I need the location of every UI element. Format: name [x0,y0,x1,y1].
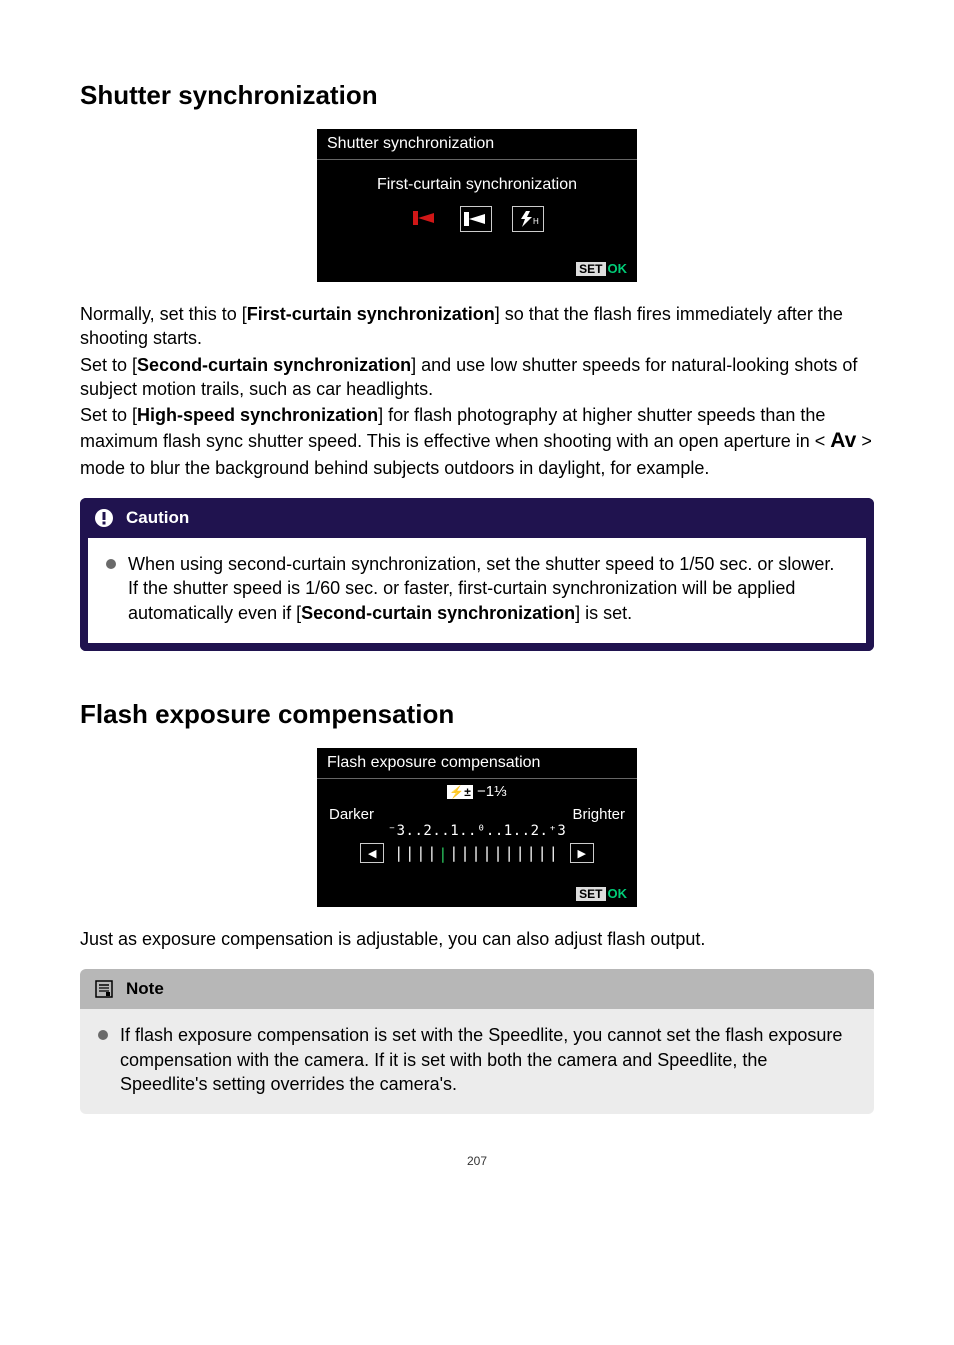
av-mode-icon: Av [830,429,856,452]
heading-shutter-sync: Shutter synchronization [80,80,874,111]
body-text: Normally, set this to [First-curtain syn… [80,302,874,351]
ok-label: OK [606,886,628,901]
caution-header: Caution [80,498,874,538]
caution-body: When using second-curtain synchronizatio… [80,538,874,651]
high-speed-sync-icon[interactable]: H [512,206,544,232]
body-text: Just as exposure compensation is adjusta… [80,927,874,951]
cs-tick-row: ◀ ||||||||||||||| ▶ [317,843,637,883]
cs-title: Flash exposure compensation [317,748,637,778]
caution-icon [94,508,114,528]
ok-label: OK [606,261,628,276]
cs-subtitle: First-curtain synchronization [317,160,637,202]
cs-ok-row: SETOK [317,883,637,907]
cs-title: Shutter synchronization [317,129,637,159]
bullet-dot [98,1030,108,1040]
cs-ok-row: SETOK [317,258,637,282]
cs-darker-brighter-row: Darker Brighter [317,804,637,823]
left-arrow-button[interactable]: ◀ [360,843,384,863]
right-arrow-button[interactable]: ▶ [570,843,594,863]
note-text: If flash exposure compensation is set wi… [120,1023,856,1096]
bullet-dot [106,559,116,569]
note-header: Note [80,969,874,1009]
cs-value: ⚡± −1⅓ [317,779,637,804]
caution-label: Caution [126,508,189,528]
caution-callout: Caution When using second-curtain synchr… [80,498,874,651]
cs-icon-row: H [317,202,637,258]
page: Shutter synchronization Shutter synchron… [0,0,954,1208]
tick-bar: ||||||||||||||| [394,844,559,862]
set-label: SET [576,262,605,276]
cs-scale: ⁻3..2..1..⁰..1..2.⁺3 [317,823,637,843]
set-label: SET [576,887,605,901]
note-icon [94,979,114,999]
page-number: 207 [80,1154,874,1168]
note-callout: Note If flash exposure compensation is s… [80,969,874,1114]
second-curtain-icon[interactable] [460,206,492,232]
camera-screenshot-shutter-sync: Shutter synchronization First-curtain sy… [317,129,637,282]
heading-flash-exposure-comp: Flash exposure compensation [80,699,874,730]
svg-text:H: H [533,217,539,226]
body-text: Set to [Second-curtain synchronization] … [80,353,874,402]
note-label: Note [126,979,164,999]
note-body: If flash exposure compensation is set wi… [80,1009,874,1114]
first-curtain-icon[interactable] [410,206,440,230]
caution-text: When using second-curtain synchronizatio… [128,552,848,625]
camera-screenshot-flash-comp: Flash exposure compensation ⚡± −1⅓ Darke… [317,748,637,907]
darker-label: Darker [329,806,374,823]
body-text: Set to [High-speed synchronization] for … [80,403,874,480]
brighter-label: Brighter [572,806,625,823]
